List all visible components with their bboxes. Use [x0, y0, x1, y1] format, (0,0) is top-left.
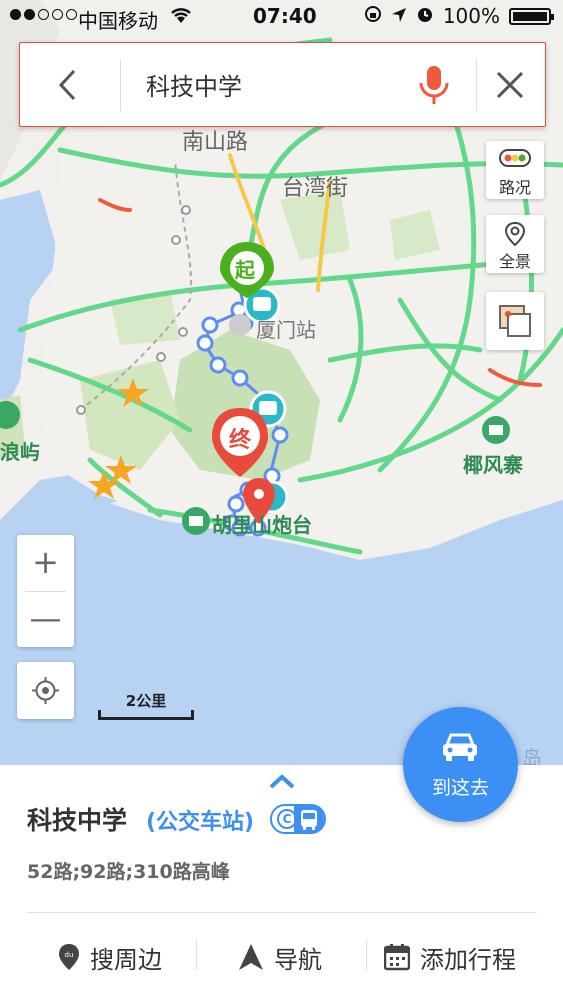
navigate-label: 导航 [274, 945, 322, 974]
map-label-gulangyu: 浪屿 [0, 440, 40, 464]
close-icon[interactable] [490, 65, 530, 109]
car-icon [443, 733, 477, 761]
search-input[interactable]: 科技中学 [146, 67, 242, 102]
signal-icon [10, 9, 77, 20]
scale-bar [98, 710, 194, 720]
clock: 07:40 [253, 4, 317, 28]
place-name: 科技中学 [27, 806, 128, 835]
panorama-label: 全景 [498, 252, 531, 271]
map-label-nanshan-road: 南山路 [182, 130, 249, 155]
bus-line-badge: C [270, 804, 326, 834]
traffic-light-icon [499, 149, 531, 167]
rotation-lock-icon [364, 4, 382, 28]
map-label-xiamen-station: 厦门站 [256, 318, 316, 342]
map-label-yefengzhai: 椰风寨 [463, 453, 523, 477]
calendar-icon [384, 944, 410, 971]
alarm-icon [416, 4, 434, 28]
carrier-name: 中国移动 [78, 9, 158, 33]
add-trip-label: 添加行程 [420, 945, 516, 974]
bus-routes: 52路;92路;310路高峰 [27, 861, 230, 883]
navigation-arrow-icon [239, 944, 263, 970]
back-icon[interactable] [48, 65, 88, 105]
status-bar: 中国移动 07:40 100% [0, 0, 563, 38]
bus-icon [294, 804, 324, 834]
map-label-taiwan-street: 台湾街 [282, 176, 349, 201]
panorama-button[interactable]: 全景 [486, 215, 544, 273]
search-bar: 科技中学 [19, 42, 546, 127]
wifi-icon [170, 6, 192, 30]
divider [120, 59, 121, 111]
map-scale: 2公里 [98, 690, 194, 720]
map-label-hushan-fort: 胡里山炮台 [212, 513, 312, 537]
divider [196, 940, 197, 970]
map-layers-button[interactable] [486, 292, 544, 350]
go-here-label: 到这去 [431, 777, 489, 799]
microphone-icon[interactable] [416, 63, 452, 111]
navigate-button[interactable]: 导航 [238, 937, 322, 977]
zoom-control: + — [17, 535, 74, 647]
location-arrow-icon [391, 4, 407, 28]
go-here-button[interactable]: 到这去 [403, 707, 518, 822]
layers-icon [499, 305, 531, 337]
panorama-pin-icon [504, 221, 526, 247]
zoom-in-button[interactable]: + [17, 535, 74, 591]
zoom-out-button[interactable]: — [17, 591, 74, 647]
start-marker-label[interactable]: 起 [235, 254, 255, 283]
search-nearby-button[interactable]: du 搜周边 [58, 937, 162, 977]
place-category: (公交车站) [146, 810, 255, 835]
search-nearby-label: 搜周边 [90, 945, 162, 974]
chevron-up-icon[interactable] [268, 773, 296, 795]
battery-percent: 100% [442, 4, 500, 28]
svg-text:du: du [65, 951, 74, 959]
locate-button[interactable] [17, 662, 74, 719]
divider [366, 940, 367, 970]
traffic-button[interactable]: 路况 [486, 141, 544, 199]
scale-label: 2公里 [125, 692, 167, 710]
traffic-label: 路况 [498, 178, 531, 197]
battery-icon [509, 7, 554, 25]
add-trip-button[interactable]: 添加行程 [384, 937, 516, 977]
end-marker-label[interactable]: 终 [229, 422, 251, 454]
divider [476, 59, 477, 111]
divider [27, 912, 537, 913]
crosshair-icon [32, 677, 59, 704]
nearby-pin-icon: du [59, 944, 79, 970]
